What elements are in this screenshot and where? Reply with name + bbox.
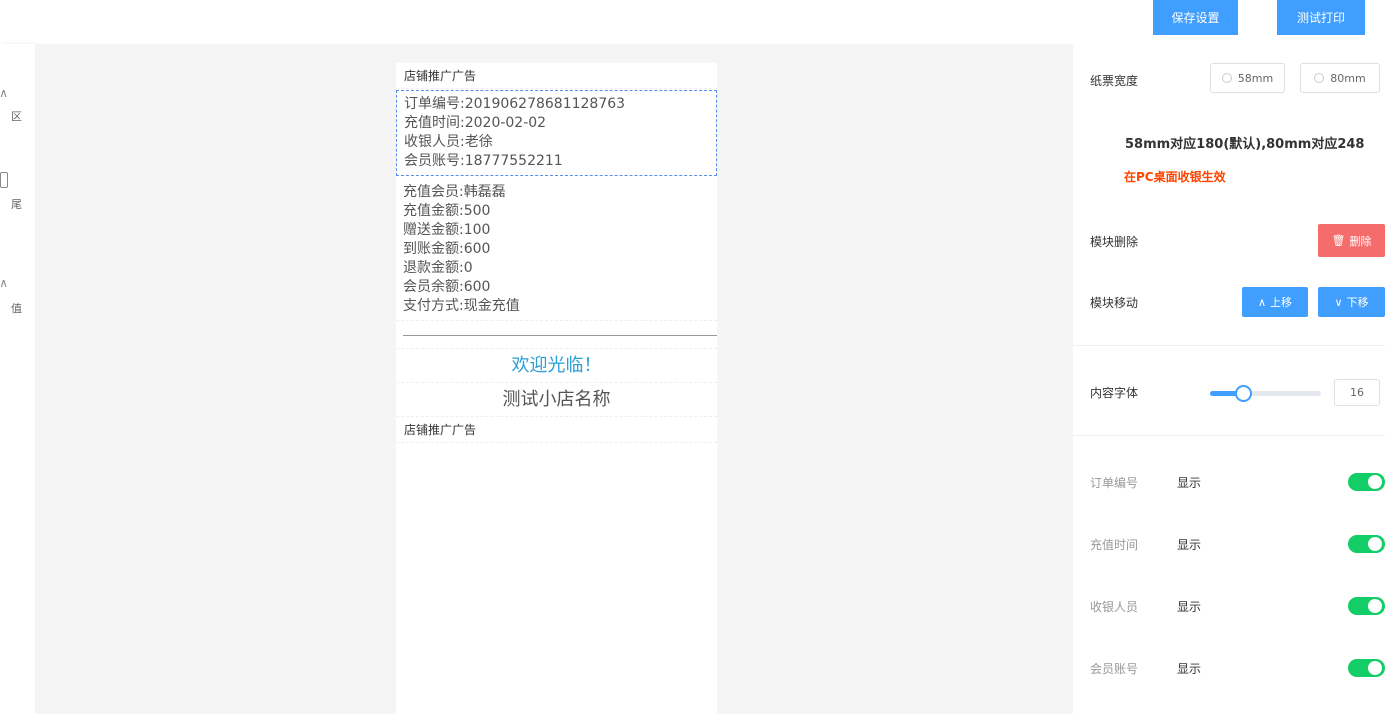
recharge-module-icon: ∧: [0, 276, 8, 290]
field-name-label: 订单编号: [1090, 476, 1139, 490]
field-state-label: 显示: [1177, 538, 1202, 552]
recharge-info-block[interactable]: 充值会员:韩磊磊 充值金额:500 赠送金额:100 到账金额:600 退款金额…: [396, 177, 717, 321]
chevron-up-icon: ∧: [1257, 295, 1267, 309]
content-font-label: 内容字体: [1090, 386, 1139, 400]
chevron-down-icon: ∨: [1334, 295, 1343, 309]
delete-module-button[interactable]: 🗑 删除: [1318, 224, 1385, 257]
order-number-line: 订单编号:201906278681128763: [404, 96, 626, 112]
recharge-amount-line: 充值金额:500: [403, 203, 491, 219]
field-visibility-toggle[interactable]: [1348, 659, 1385, 677]
paper-80mm-radio[interactable]: 80mm: [1300, 63, 1380, 93]
settings-panel: 纸票宽度 58mm 80mm 58mm对应180(默认),80mm对应248 在…: [1073, 44, 1385, 714]
delete-button-label: 删除: [1349, 234, 1372, 248]
font-size-input[interactable]: 16: [1334, 379, 1380, 406]
receipt-preview: 店铺推广广告 订单编号:201906278681128763 充值时间:2020…: [396, 63, 717, 714]
receipt-divider[interactable]: [396, 321, 717, 349]
payment-method-line: 支付方式:现金充值: [403, 298, 520, 314]
paper-58mm-radio[interactable]: 58mm: [1210, 63, 1285, 93]
field-state-label: 显示: [1177, 662, 1202, 676]
order-info-block[interactable]: 订单编号:201906278681128763 充值时间:2020-02-02 …: [396, 90, 717, 176]
field-visibility-toggle[interactable]: [1348, 535, 1385, 553]
module-move-label: 模块移动: [1090, 296, 1139, 310]
panel-divider: [1073, 345, 1385, 346]
sidebar-item-label: 值: [11, 302, 22, 315]
radio-icon: [1314, 73, 1325, 83]
field-visibility-toggle[interactable]: [1348, 473, 1385, 491]
top-toolbar: 保存设置 测试打印: [0, 0, 1385, 44]
receipt-shop-name[interactable]: 测试小店名称: [396, 383, 717, 417]
bonus-amount-line: 赠送金额:100: [403, 222, 491, 238]
field-state-label: 显示: [1177, 476, 1202, 490]
field-state-label: 显示: [1177, 600, 1202, 614]
refund-amount-line: 退款金额:0: [403, 260, 473, 276]
sidebar-item-header[interactable]: ∧ 区: [0, 86, 22, 126]
pc-effective-note: 在PC桌面收银生效: [1124, 170, 1226, 184]
font-size-slider[interactable]: [1210, 385, 1321, 402]
field-name-label: 充值时间: [1090, 538, 1139, 552]
receipt-welcome[interactable]: 欢迎光临！: [396, 349, 717, 383]
move-up-label: 上移: [1270, 296, 1293, 309]
receipt-ad-bottom[interactable]: 店铺推广广告: [396, 417, 717, 443]
footer-module-icon: [0, 172, 8, 188]
recharge-time-line: 充值时间:2020-02-02: [404, 115, 547, 131]
module-sidebar: ∧ 区 尾 ∧ 值: [0, 44, 35, 714]
sidebar-item-label: 尾: [11, 198, 22, 211]
save-settings-button[interactable]: 保存设置: [1153, 0, 1238, 35]
member-balance-line: 会员余额:600: [403, 279, 491, 295]
move-up-button[interactable]: ∧ 上移: [1242, 287, 1308, 317]
field-name-label: 会员账号: [1090, 662, 1139, 676]
member-account-line: 会员账号:18777552211: [404, 153, 563, 169]
sidebar-item-label: 区: [11, 110, 22, 123]
paper-option-label: 58mm: [1237, 71, 1274, 85]
cashier-line: 收银人员:老徐: [404, 134, 493, 150]
sidebar-item-recharge[interactable]: ∧ 值: [0, 276, 22, 320]
module-delete-label: 模块删除: [1090, 235, 1139, 249]
move-down-label: 下移: [1346, 296, 1369, 309]
header-module-icon: ∧: [0, 86, 8, 100]
sidebar-item-footer[interactable]: 尾: [0, 172, 22, 216]
paper-option-label: 80mm: [1330, 71, 1366, 85]
radio-icon: [1221, 73, 1232, 83]
receipt-ad-top[interactable]: 店铺推广广告: [396, 63, 717, 89]
trash-icon: 🗑: [1331, 234, 1346, 247]
recharge-member-line: 充值会员:韩磊磊: [403, 184, 506, 200]
paper-width-label: 纸票宽度: [1090, 74, 1139, 88]
test-print-button[interactable]: 测试打印: [1277, 0, 1365, 35]
panel-divider: [1073, 435, 1385, 436]
field-name-label: 收银人员: [1090, 600, 1139, 614]
received-amount-line: 到账金额:600: [403, 241, 491, 257]
move-down-button[interactable]: ∨ 下移: [1318, 287, 1385, 317]
field-visibility-toggle[interactable]: [1348, 597, 1385, 615]
paper-width-note: 58mm对应180(默认),80mm对应248: [1125, 137, 1365, 152]
slider-handle[interactable]: [1235, 385, 1253, 402]
